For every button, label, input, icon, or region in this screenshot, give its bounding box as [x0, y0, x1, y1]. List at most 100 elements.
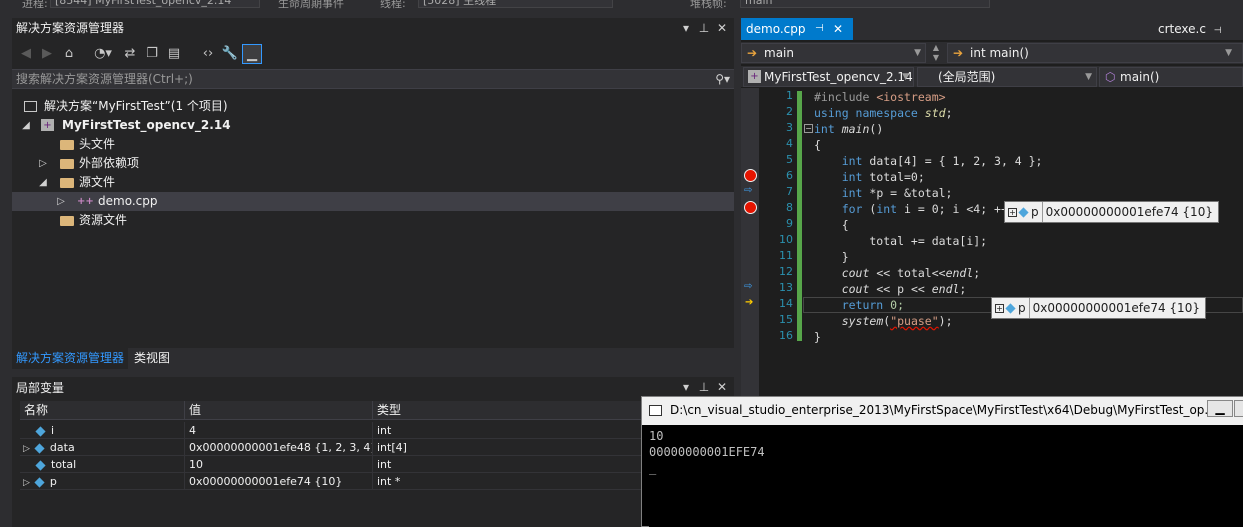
column-header-value[interactable]: 值 — [185, 401, 373, 420]
datatip[interactable]: + p 0x00000000001efe74 {10} — [1004, 201, 1219, 223]
spin-buttons[interactable]: ▲ ▼ — [929, 43, 943, 63]
table-row[interactable]: ▷ p 0x00000000001efe74 {10} int * — [20, 473, 734, 490]
search-icon[interactable]: ⚲▾ — [715, 70, 730, 88]
solution-explorer-toolbar: ◀ ▶ ⌂ ◔▾ ⇄ ❐ ▤ ‹› 🔧 ▁ — [12, 42, 734, 66]
solution-explorer-panel: 解决方案资源管理器 ▾ ⊥ ✕ ◀ ▶ ⌂ ◔▾ ⇄ ❐ ▤ ‹› 🔧 ▁ 搜索… — [12, 18, 734, 348]
home-icon[interactable]: ⌂ — [59, 44, 79, 64]
pin-icon[interactable]: ⊣ — [1214, 26, 1222, 36]
close-icon[interactable]: ✕ — [714, 377, 730, 397]
tree-item-source-files[interactable]: ◢ 源文件 — [12, 173, 734, 192]
stackframe-combo[interactable]: main — [740, 0, 990, 8]
chevron-down-icon: ▼ — [914, 48, 921, 58]
local-value-cell[interactable]: 4 — [185, 422, 373, 439]
expand-arrow-icon[interactable]: ▷ — [23, 478, 30, 488]
tree-item-project[interactable]: ◢ + MyFirstTest_opencv_2.14 — [12, 116, 734, 135]
code-line: return 0; — [814, 298, 905, 312]
code-line: int *p = &total; — [814, 186, 953, 200]
debug-nav-bar: ➔ main ▼ ▲ ▼ ➔ int main() ▼ — [741, 42, 1243, 64]
pin-icon[interactable]: ⊥ — [696, 377, 712, 397]
pending-changes-filter-icon[interactable]: ◔▾ — [90, 44, 116, 64]
show-all-files-icon[interactable]: ▤ — [164, 44, 184, 64]
code-line: cout << total<<endl; — [841, 266, 981, 280]
tab-class-view[interactable]: 类视图 — [130, 348, 174, 369]
properties-wrench-icon[interactable]: 🔧 — [220, 44, 240, 64]
local-value-cell[interactable]: 0x00000000001efe48 {1, 2, 3, 4} — [185, 439, 373, 456]
breakpoint-icon[interactable] — [744, 169, 757, 182]
collapse-arrow-icon[interactable]: ◢ — [37, 173, 49, 192]
solution-explorer-search-input[interactable]: 搜索解决方案资源管理器(Ctrl+;) ⚲▾ — [12, 69, 734, 89]
change-tracking-bar — [797, 91, 802, 341]
datatip[interactable]: + p 0x00000000001efe74 {10} — [991, 297, 1206, 319]
thread-combo[interactable]: [5028] 主线程 — [418, 0, 613, 8]
close-icon[interactable]: ✕ — [714, 18, 730, 38]
console-title-bar[interactable]: D:\cn_visual_studio_enterprise_2013\MyFi… — [642, 397, 1243, 425]
local-name-cell: ▷ data — [20, 439, 185, 456]
expand-arrow-icon[interactable]: ▷ — [55, 192, 67, 211]
back-icon[interactable]: ◀ — [16, 44, 36, 64]
document-tabs: demo.cpp ⊣ ✕ crtexe.c ⊣ — [741, 18, 1243, 40]
pin-icon[interactable]: ⊥ — [696, 18, 712, 38]
code-line: system("puase"); — [841, 314, 953, 328]
tab-crtexe-c[interactable]: crtexe.c ⊣ — [1153, 18, 1243, 40]
process-combo[interactable]: [8544] MyFirstTest_opencv_2.14 — [50, 0, 260, 8]
member-combo[interactable]: ⬡ main() — [1099, 67, 1243, 87]
tree-item-external-dependencies[interactable]: ▷ 外部依赖项 — [12, 154, 734, 173]
tree-item-resource-files[interactable]: 资源文件 — [12, 211, 734, 230]
expand-plus-icon[interactable]: + — [1008, 208, 1017, 217]
cpp-file-icon: ++ — [77, 196, 94, 207]
close-icon[interactable]: ✕ — [833, 18, 843, 40]
minimize-button[interactable]: ▁ — [1207, 400, 1233, 417]
console-line: 00000000001EFE74 — [649, 445, 765, 459]
console-window[interactable]: D:\cn_visual_studio_enterprise_2013\MyFi… — [641, 396, 1243, 527]
collapse-arrow-icon[interactable]: ◢ — [20, 116, 32, 135]
filter-folder-icon — [60, 140, 74, 150]
tracepoint-icon[interactable]: ⇨ — [744, 282, 756, 292]
expand-arrow-icon[interactable]: ▷ — [37, 154, 49, 173]
column-header-name[interactable]: 名称 — [20, 401, 185, 420]
sync-icon[interactable]: ⇄ — [120, 44, 140, 64]
collapse-all-icon[interactable]: ❐ — [142, 44, 162, 64]
forward-icon[interactable]: ▶ — [37, 44, 57, 64]
preview-selected-items-icon[interactable]: ▁ — [242, 44, 262, 64]
scope-left-combo[interactable]: ➔ main ▼ — [741, 43, 926, 63]
tree-item-solution[interactable]: 解决方案“MyFirstTest”(1 个项目) — [12, 97, 734, 116]
view-code-icon[interactable]: ‹› — [198, 44, 218, 64]
code-line: } — [814, 250, 849, 264]
cpp-project-icon: + — [748, 70, 761, 83]
collapse-region-icon[interactable]: − — [804, 124, 813, 133]
table-row[interactable]: total 10 int — [20, 456, 734, 473]
function-combo[interactable]: ➔ int main() ▼ — [947, 43, 1243, 63]
local-name-cell: i — [20, 422, 185, 439]
tab-demo-cpp[interactable]: demo.cpp ⊣ ✕ — [741, 18, 853, 40]
tree-item-demo-cpp[interactable]: ▷ ++ demo.cpp — [12, 192, 734, 211]
navigation-bar: + MyFirstTest_opencv_2.14 ▼ (全局范围) ▼ ⬡ m… — [741, 66, 1243, 87]
filter-folder-icon — [60, 178, 74, 188]
process-label: 进程: — [22, 0, 48, 10]
debug-location-toolbar: 进程: [8544] MyFirstTest_opencv_2.14 生命周期事… — [0, 0, 1243, 13]
maximize-button[interactable] — [1234, 400, 1243, 417]
locals-panel: 局部变量 ▾ ⊥ ✕ 名称 值 类型 i 4 int ▷ data 0x00000… — [12, 377, 734, 527]
table-row[interactable]: ▷ data 0x00000000001efe48 {1, 2, 3, 4} in… — [20, 439, 734, 456]
pin-icon[interactable]: ⊣ — [815, 18, 824, 40]
step-arrow-icon: ➔ — [953, 46, 964, 60]
scope-combo[interactable]: (全局范围) ▼ — [917, 67, 1097, 87]
expand-plus-icon[interactable]: + — [995, 304, 1004, 313]
local-value-cell[interactable]: 10 — [185, 456, 373, 473]
thread-label: 线程: — [380, 0, 406, 10]
tab-solution-explorer[interactable]: 解决方案资源管理器 — [12, 348, 129, 369]
expand-arrow-icon[interactable]: ▷ — [23, 444, 30, 454]
filter-folder-icon — [60, 216, 74, 226]
table-row[interactable]: i 4 int — [20, 422, 734, 439]
breakpoint-icon[interactable] — [744, 201, 757, 214]
tracepoint-icon[interactable]: ⇨ — [744, 186, 756, 196]
local-name-cell: total — [20, 456, 185, 473]
tree-item-header-files[interactable]: 头文件 — [12, 135, 734, 154]
project-combo[interactable]: + MyFirstTest_opencv_2.14 ▼ — [743, 67, 914, 87]
code-line: #include <iostream> — [814, 90, 946, 104]
dropdown-arrow-icon[interactable]: ▾ — [678, 377, 694, 397]
lifecycle-events-label[interactable]: 生命周期事件 — [278, 0, 344, 11]
code-line: for (int i = 0; i <4; ++i) — [814, 202, 1022, 216]
variable-icon — [34, 476, 45, 488]
local-value-cell[interactable]: 0x00000000001efe74 {10} — [185, 473, 373, 490]
dropdown-arrow-icon[interactable]: ▾ — [678, 18, 694, 38]
